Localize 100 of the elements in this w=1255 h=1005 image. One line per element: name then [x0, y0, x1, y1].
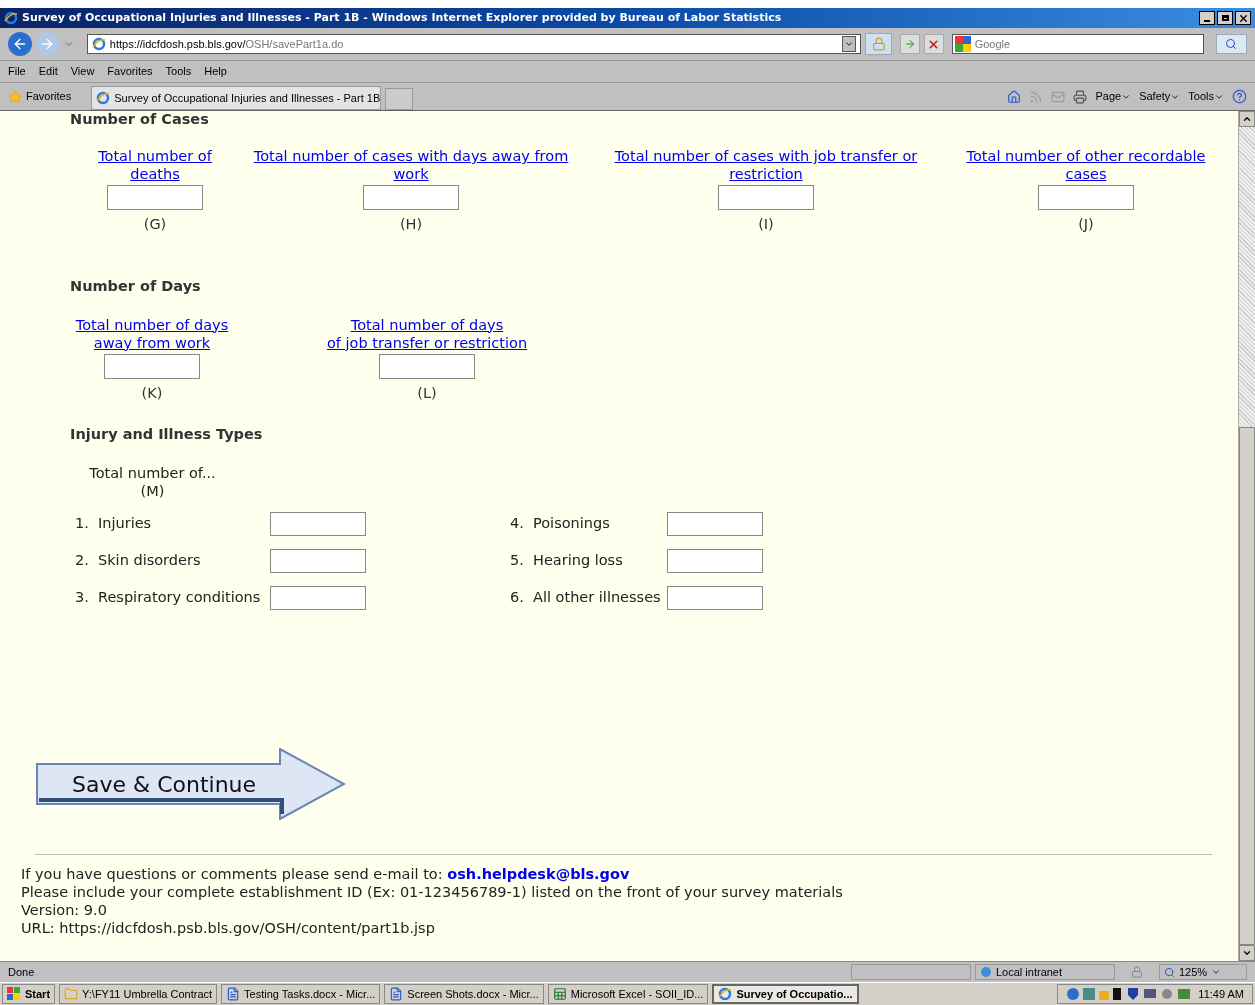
contact-text: If you have questions or comments please send e-mail to: osh.helpdesk@bls.gov — [21, 865, 631, 883]
input-field[interactable] — [667, 549, 763, 573]
document-icon — [226, 987, 241, 1001]
search-box[interactable]: Google — [951, 34, 1204, 54]
item-number: 6. — [510, 588, 525, 608]
spreadsheet-icon — [552, 987, 567, 1001]
star-icon — [8, 89, 22, 104]
start-button[interactable]: Start — [2, 984, 56, 1004]
field-letter: (H) — [399, 215, 423, 234]
command-menu[interactable]: Page — [1095, 88, 1122, 105]
input-field[interactable] — [270, 512, 366, 536]
menu-item[interactable]: Edit — [38, 63, 58, 80]
back-button[interactable] — [8, 32, 32, 56]
save-continue-button[interactable]: Save & Continue — [36, 748, 346, 820]
status-text: Done — [8, 964, 35, 980]
network-icon — [980, 966, 992, 978]
taskbar-button[interactable]: Testing Tasks.docx - Micr... — [221, 984, 381, 1004]
close-icon — [1237, 12, 1249, 24]
field-link[interactable]: Total number of cases with job transfer or restriction — [614, 147, 918, 183]
address-field[interactable]: https://idcfdosh.psb.bls.gov/OSH/savePart1a.do — [86, 34, 861, 54]
field-letter: (I) — [758, 215, 774, 234]
field-letter: (M) — [140, 482, 165, 500]
zone-indicator: Local intranet — [975, 964, 1115, 980]
scroll-down-button[interactable] — [1239, 945, 1255, 961]
footer-text: Please include your complete establishment ID (Ex: 01-123456789-1) listed on the front of your survey materials — [21, 883, 844, 901]
input-field[interactable] — [107, 185, 203, 210]
stop-button[interactable] — [924, 34, 944, 54]
input-field[interactable] — [667, 512, 763, 536]
field-letter: (G) — [143, 215, 167, 234]
field-link[interactable]: Total number of other recordable cases — [966, 147, 1206, 183]
menu-item[interactable]: Tools — [165, 63, 192, 80]
lock-icon — [871, 37, 886, 51]
column-caption: Total number of... — [89, 464, 216, 482]
input-field[interactable] — [718, 185, 814, 210]
close-button[interactable] — [1235, 11, 1251, 25]
help-icon[interactable] — [1232, 89, 1247, 104]
folder-icon — [64, 987, 79, 1001]
input-field[interactable] — [363, 185, 459, 210]
field-link[interactable]: Total number of cases with days away from work — [253, 147, 569, 183]
home-icon[interactable] — [1007, 89, 1022, 104]
zoom-icon — [1164, 966, 1175, 978]
search-provider-icon — [954, 36, 971, 52]
refresh-icon — [904, 38, 917, 50]
browser-tab[interactable]: Survey of Occupational Injuries and Illnesses - Part 1B — [91, 86, 382, 110]
field-letter: (K) — [141, 383, 163, 403]
lock-button[interactable] — [864, 33, 893, 55]
item-label: Poisonings — [533, 514, 611, 534]
menu-item[interactable]: View — [70, 63, 95, 80]
field-link[interactable]: Total number of days away from work — [75, 315, 229, 352]
restore-button[interactable] — [1217, 11, 1233, 25]
search-icon — [1225, 38, 1238, 50]
footer-text: Version: 9.0 — [21, 901, 108, 919]
input-field[interactable] — [270, 549, 366, 573]
item-label: Injuries — [98, 514, 153, 534]
item-number: 1. — [75, 514, 90, 534]
scroll-up-button[interactable] — [1239, 111, 1255, 127]
caret-icon — [1211, 967, 1222, 977]
protected-mode-icon[interactable] — [1131, 966, 1143, 978]
item-number: 4. — [510, 514, 525, 534]
footer-text: URL: https://idcfdosh.psb.bls.gov/OSH/content/part1b.jsp — [21, 919, 436, 937]
favorites-button[interactable]: Favorites — [26, 88, 72, 105]
window-title: Survey of Occupational Injuries and Illnesses - Part 1B - Windows Internet Explorer provided by Bureau of Labor Statistics — [22, 9, 782, 26]
input-field[interactable] — [1038, 185, 1134, 210]
input-field[interactable] — [667, 586, 763, 610]
taskbar-button[interactable]: Microsoft Excel - SOII_ID... — [547, 984, 709, 1004]
field-letter: (J) — [1078, 215, 1094, 234]
command-menu[interactable]: Safety — [1139, 88, 1171, 105]
dropdown-icon[interactable] — [843, 39, 854, 49]
section-heading: Number of Days — [70, 276, 202, 296]
search-field[interactable]: Google — [974, 35, 1201, 53]
field-link[interactable]: Total number of deaths — [98, 147, 212, 183]
taskbar-button[interactable]: Screen Shots.docx - Micr... — [384, 984, 544, 1004]
input-field[interactable] — [104, 353, 200, 379]
item-label: Respiratory conditions — [98, 588, 262, 608]
section-heading: Number of Cases — [70, 111, 210, 127]
item-number: 2. — [75, 551, 90, 571]
taskbar-button[interactable]: Survey of Occupatio... — [712, 984, 859, 1004]
field-link[interactable]: Total number of days of job transfer or restriction — [326, 315, 528, 352]
taskbar-button[interactable]: Y:\FY11 Umbrella Contract — [59, 984, 218, 1004]
browser-logo-icon — [96, 91, 111, 105]
printer-icon[interactable] — [1073, 89, 1088, 104]
zoom-button[interactable]: 125% — [1159, 964, 1247, 980]
minimize-button[interactable] — [1199, 11, 1215, 25]
browser-logo-icon — [718, 987, 733, 1001]
input-field[interactable] — [270, 586, 366, 610]
menu-item[interactable]: File — [8, 63, 26, 80]
address-url: https://idcfdosh.psb.bls.gov/OSH/savePart1a.do — [109, 36, 344, 52]
item-label: Hearing loss — [533, 551, 624, 571]
command-menu[interactable]: Tools — [1188, 88, 1214, 105]
email-link[interactable]: osh.helpdesk@bls.gov — [447, 866, 630, 882]
new-tab-button[interactable] — [385, 88, 414, 110]
document-icon — [389, 987, 404, 1001]
input-field[interactable] — [379, 353, 475, 379]
search-button[interactable] — [1215, 34, 1247, 54]
menu-item[interactable]: Favorites — [107, 63, 153, 80]
browser-logo-icon — [4, 11, 18, 25]
item-number: 3. — [75, 588, 90, 608]
clock: 11:49 AM — [1198, 986, 1244, 1002]
tray-icons-drawing[interactable] — [1066, 987, 1193, 1001]
menu-item[interactable]: Help — [204, 63, 227, 80]
